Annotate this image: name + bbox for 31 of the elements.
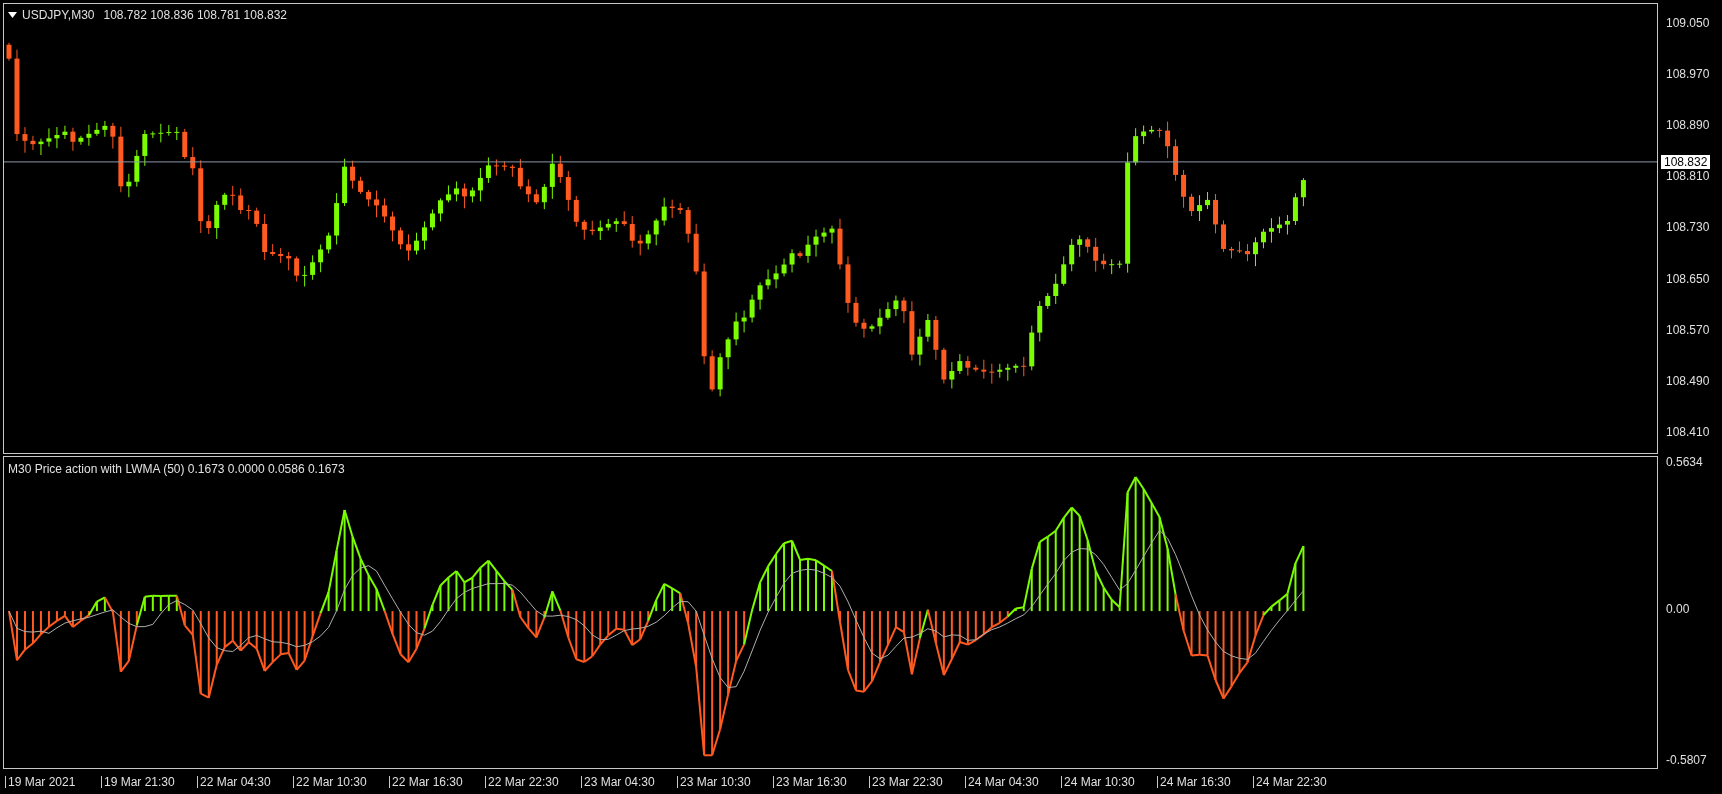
current-price-tag: 108.832 <box>1661 155 1711 169</box>
indicator-axis-label: 0.5634 <box>1666 455 1703 468</box>
indicator-axis-label: 0.00 <box>1666 602 1690 615</box>
time-axis-label: 22 Mar 10:30 <box>293 776 367 789</box>
price-axis-label: 108.890 <box>1666 119 1710 132</box>
time-axis-label: 24 Mar 16:30 <box>1157 776 1231 789</box>
time-axis-label: 23 Mar 10:30 <box>677 776 751 789</box>
indicator-axis-label: -0.5807 <box>1666 753 1707 766</box>
time-axis-label: 19 Mar 2021 <box>5 776 76 789</box>
ohlc-values: 108.782 108.836 108.781 108.832 <box>103 7 287 24</box>
time-axis-label: 22 Mar 04:30 <box>197 776 271 789</box>
price-axis-label: 108.410 <box>1666 425 1710 438</box>
time-axis-label: 22 Mar 22:30 <box>485 776 559 789</box>
time-axis-label: 22 Mar 16:30 <box>389 776 463 789</box>
time-axis-label: 23 Mar 04:30 <box>581 776 655 789</box>
price-axis-label: 108.570 <box>1666 323 1710 336</box>
indicator-label: M30 Price action with LWMA (50) 0.1673 0.0000 0.0586 0.1673 <box>8 460 345 478</box>
time-axis-label: 24 Mar 22:30 <box>1253 776 1327 789</box>
time-axis-label: 23 Mar 16:30 <box>773 776 847 789</box>
time-axis-label: 24 Mar 10:30 <box>1061 776 1135 789</box>
caret-icon[interactable] <box>8 12 17 18</box>
time-axis-label: 19 Mar 21:30 <box>101 776 175 789</box>
price-axis-label: 108.490 <box>1666 374 1710 387</box>
price-axis-label: 108.810 <box>1666 170 1710 183</box>
price-axis-label: 109.050 <box>1666 17 1710 29</box>
price-axis-label: 108.650 <box>1666 272 1710 285</box>
time-axis-label: 24 Mar 04:30 <box>965 776 1039 789</box>
time-axis-label: 23 Mar 22:30 <box>869 776 943 789</box>
symbol-label: USDJPY,M30 <box>22 7 95 24</box>
price-axis-label: 108.730 <box>1666 221 1710 234</box>
price-axis-label: 108.970 <box>1666 68 1710 81</box>
